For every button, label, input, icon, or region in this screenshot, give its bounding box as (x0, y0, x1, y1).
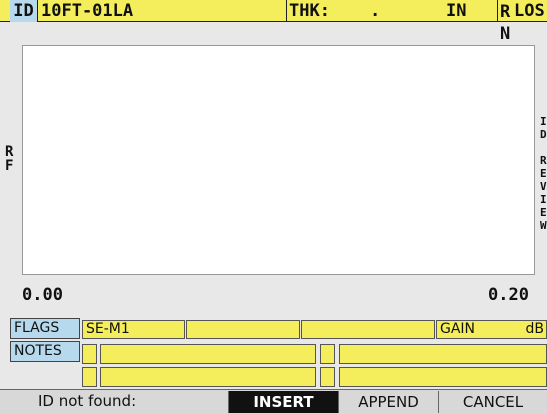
flags-label: FLAGS (10, 318, 80, 339)
notes-label: NOTES (10, 341, 80, 362)
waveform-display (22, 45, 535, 275)
vertical-label-letter: W (540, 219, 547, 232)
status-message: ID not found: (38, 392, 137, 410)
vertical-label-letter: I (540, 115, 547, 128)
note-marker[interactable] (82, 344, 97, 364)
flag-field-2[interactable] (186, 320, 300, 339)
vertical-label-letter: E (540, 167, 547, 180)
header-divider (286, 0, 287, 22)
vertical-label-letter: D (540, 128, 547, 141)
x-axis-max: 0.20 (488, 285, 529, 305)
rn-indicator-icon: R N (500, 2, 511, 44)
header-divider (497, 0, 498, 22)
flag-field-1[interactable]: SE-M1 (82, 320, 185, 339)
id-value[interactable]: 10FT-01LA (41, 0, 286, 22)
vertical-label-letter: I (540, 193, 547, 206)
x-axis-min: 0.00 (22, 285, 63, 305)
flag-field-3[interactable] (301, 320, 435, 339)
vertical-label-letter: E (540, 206, 547, 219)
vertical-label-letter: V (540, 180, 547, 193)
note-marker[interactable] (320, 367, 335, 387)
note-marker[interactable] (82, 367, 97, 387)
gain-label: GAIN (440, 321, 476, 337)
vertical-label-letter (540, 141, 547, 154)
thickness-label: THK: (289, 1, 330, 21)
id-review-vertical-label: ID REVIEW (540, 115, 547, 232)
append-button[interactable]: APPEND (338, 391, 438, 413)
cancel-button[interactable]: CANCEL (438, 391, 547, 413)
gain-unit: dB (525, 321, 545, 337)
note-marker[interactable] (320, 344, 335, 364)
vertical-label-letter: R (540, 154, 547, 167)
rf-mode-label: R F (5, 144, 14, 174)
gain-field[interactable]: GAIN dB (436, 320, 547, 339)
thickness-value: . (370, 1, 381, 21)
note-field[interactable] (339, 344, 547, 364)
header-bar: ID 10FT-01LA THK: . IN R N LOS (0, 0, 547, 44)
thickness-unit: IN (446, 1, 467, 21)
note-field[interactable] (339, 367, 547, 387)
note-field[interactable] (100, 344, 316, 364)
los-indicator: LOS (514, 1, 545, 21)
note-field[interactable] (100, 367, 316, 387)
insert-button[interactable]: INSERT (228, 391, 338, 413)
id-label: ID (10, 0, 38, 22)
